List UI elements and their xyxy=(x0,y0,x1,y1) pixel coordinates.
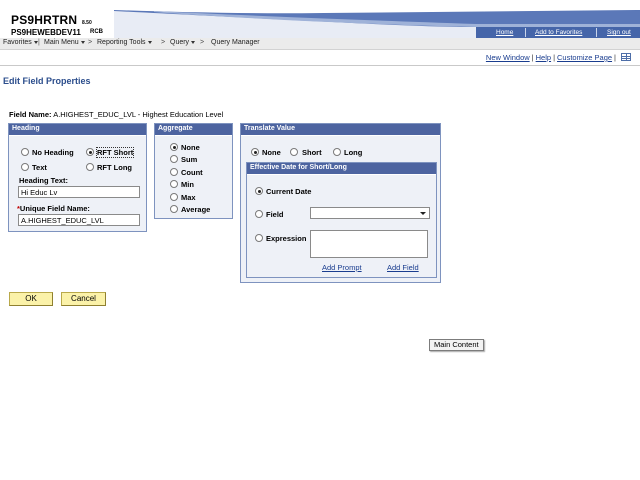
aggregate-sum-radio[interactable] xyxy=(170,155,178,163)
aggregate-none-label: None xyxy=(181,143,200,152)
aggregate-count-radio[interactable] xyxy=(170,168,178,176)
effective-date-group: Effective Date for Short/Long Current Da… xyxy=(246,162,437,278)
translate-long-radio[interactable] xyxy=(333,148,341,156)
add-to-favorites-link[interactable]: Add to Favorites xyxy=(535,29,582,36)
help-link[interactable]: Help xyxy=(536,53,551,62)
aggregate-min-radio[interactable] xyxy=(170,180,178,188)
field-select[interactable] xyxy=(310,207,430,219)
expression-label: Expression xyxy=(266,234,307,243)
rft-short-label: RFT Short xyxy=(95,147,135,158)
no-heading-label: No Heading xyxy=(32,148,74,157)
no-heading-radio[interactable] xyxy=(21,148,29,156)
reporting-tools-menu[interactable]: Reporting Tools xyxy=(97,39,152,46)
translate-short-label: Short xyxy=(302,148,322,157)
grid-icon[interactable] xyxy=(621,53,631,61)
translate-none-label: None xyxy=(262,148,281,157)
text-label: Text xyxy=(32,163,47,172)
aggregate-count-label: Count xyxy=(181,168,203,177)
effective-date-body: Current Date Field Expression Add Prompt… xyxy=(247,174,436,277)
sign-out-link[interactable]: Sign out xyxy=(607,29,631,36)
customize-page-link[interactable]: Customize Page xyxy=(557,53,612,62)
header-divider xyxy=(596,28,597,37)
aggregate-group-title: Aggregate xyxy=(155,124,232,135)
tooltip: Main Content xyxy=(429,339,484,351)
page-title: Edit Field Properties xyxy=(3,76,91,86)
rft-short-radio[interactable] xyxy=(86,148,94,156)
unique-field-name-text: Unique Field Name: xyxy=(19,204,90,213)
expression-radio[interactable] xyxy=(255,234,263,242)
field-radio[interactable] xyxy=(255,210,263,218)
breadcrumb-arrow: > xyxy=(161,39,166,46)
app-version: 8.50 xyxy=(82,20,92,26)
field-name-value: A.HIGHEST_EDUC_LVL - Highest Education L… xyxy=(53,110,224,119)
translate-value-body: None Short Long Effective Date for Short… xyxy=(241,135,440,282)
text-radio[interactable] xyxy=(21,163,29,171)
translate-value-group: Translate Value None Short Long Effectiv… xyxy=(240,123,441,283)
cancel-button[interactable]: Cancel xyxy=(61,292,106,306)
breadcrumb-arrow: > xyxy=(88,39,93,46)
aggregate-max-label: Max xyxy=(181,193,196,202)
translate-long-label: Long xyxy=(344,148,363,157)
heading-text-label: Heading Text: xyxy=(19,176,69,185)
chevron-down-icon xyxy=(420,212,426,215)
app-name: PS9HRTRN xyxy=(11,13,78,27)
query-manager-crumb[interactable]: Query Manager xyxy=(211,39,260,46)
main-menu-label: Main Menu xyxy=(44,39,79,46)
field-label: Field xyxy=(266,210,284,219)
divider xyxy=(0,65,640,66)
link-separator: | xyxy=(614,53,616,62)
field-name: Field Name: A.HIGHEST_EDUC_LVL - Highest… xyxy=(9,110,223,119)
translate-short-radio[interactable] xyxy=(290,148,298,156)
rft-long-radio[interactable] xyxy=(86,163,94,171)
aggregate-average-label: Average xyxy=(181,205,211,214)
new-window-link[interactable]: New Window xyxy=(486,53,530,62)
translate-value-title: Translate Value xyxy=(241,124,440,135)
user-id: RCB xyxy=(90,29,103,35)
favorites-menu-label: Favorites xyxy=(3,39,32,46)
field-name-label: Field Name: xyxy=(9,110,52,119)
aggregate-average-radio[interactable] xyxy=(170,205,178,213)
aggregate-none-radio[interactable] xyxy=(170,143,178,151)
effective-date-title: Effective Date for Short/Long xyxy=(247,163,436,174)
menu-bar: Favorites | Main Menu > Reporting Tools … xyxy=(0,38,640,50)
database-name: PS9HEWEBDEV11 xyxy=(11,28,81,37)
main-menu[interactable]: Main Menu xyxy=(44,39,85,46)
heading-group: Heading No Heading RFT Short Text RFT Lo… xyxy=(8,123,147,232)
aggregate-group: Aggregate None Sum Count Min Max Average xyxy=(154,123,233,219)
expression-textarea[interactable] xyxy=(310,230,428,258)
aggregate-min-label: Min xyxy=(181,180,194,189)
unique-field-name-label: *Unique Field Name: xyxy=(17,204,90,213)
add-prompt-link[interactable]: Add Prompt xyxy=(322,263,362,272)
rft-long-label: RFT Long xyxy=(97,163,132,172)
heading-group-title: Heading xyxy=(9,124,146,135)
chevron-down-icon xyxy=(80,40,85,44)
favorites-menu[interactable]: Favorites xyxy=(3,39,38,46)
chevron-down-icon xyxy=(191,40,196,44)
menu-separator: | xyxy=(38,39,40,46)
link-separator: | xyxy=(553,53,556,62)
current-date-radio[interactable] xyxy=(255,187,263,195)
breadcrumb-arrow: > xyxy=(200,39,205,46)
aggregate-group-body: None Sum Count Min Max Average xyxy=(155,135,232,218)
aggregate-sum-label: Sum xyxy=(181,155,198,164)
ok-button[interactable]: OK xyxy=(9,292,53,306)
header-divider xyxy=(525,28,526,37)
reporting-tools-label: Reporting Tools xyxy=(97,39,146,46)
link-separator: | xyxy=(531,53,534,62)
current-date-label: Current Date xyxy=(266,187,312,196)
unique-field-name-input[interactable] xyxy=(18,214,140,226)
home-link[interactable]: Home xyxy=(496,29,513,36)
header-banner: PS9HRTRN 8.50 PS9HEWEBDEV11 RCB Home Add… xyxy=(0,0,640,38)
page-links: New Window | Help | Customize Page | xyxy=(486,53,631,62)
translate-none-radio[interactable] xyxy=(251,148,259,156)
chevron-down-icon xyxy=(147,40,152,44)
heading-text-input[interactable] xyxy=(18,186,140,198)
add-field-link[interactable]: Add Field xyxy=(387,263,419,272)
query-menu-label: Query xyxy=(170,39,190,46)
query-menu[interactable]: Query xyxy=(170,39,196,46)
aggregate-max-radio[interactable] xyxy=(170,193,178,201)
heading-group-body: No Heading RFT Short Text RFT Long Headi… xyxy=(9,135,146,231)
